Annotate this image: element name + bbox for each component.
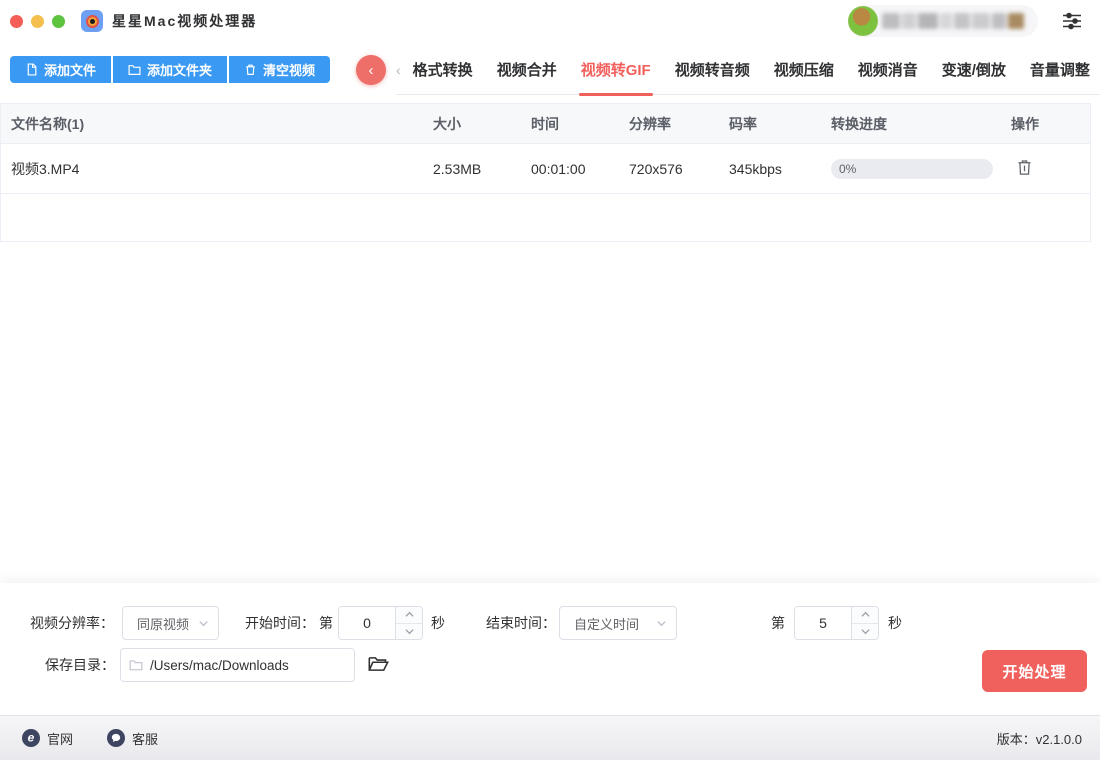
delete-row-button[interactable]: [1013, 158, 1035, 180]
end-mode-select[interactable]: 自定义时间: [559, 606, 677, 640]
cell-filename: 视频3.MP4: [11, 159, 433, 179]
start-time-stepper: [338, 606, 423, 640]
cell-bitrate: 345kbps: [729, 161, 831, 177]
app-title: 星星Mac视频处理器: [112, 11, 257, 31]
settings-sliders-icon[interactable]: [1062, 11, 1082, 31]
resolution-select[interactable]: 同原视频: [122, 606, 219, 640]
start-decrement-icon[interactable]: [396, 624, 422, 640]
tab-volume-adjust[interactable]: 音量调整: [1018, 45, 1100, 95]
cell-duration: 00:01:00: [531, 161, 629, 177]
col-size: 大小: [433, 114, 531, 134]
col-resolution: 分辨率: [629, 114, 729, 134]
resolution-label: 视频分辨率：: [30, 613, 114, 633]
customer-support-link[interactable]: 客服: [107, 729, 158, 748]
tab-video-to-audio[interactable]: 视频转音频: [663, 45, 762, 95]
function-tabs: ‹ 格式转换 视频合并 视频转GIF 视频转音频 视频压缩 视频消音 变速/倒放…: [396, 45, 1100, 95]
add-folder-button[interactable]: 添加文件夹: [113, 56, 227, 83]
toolbar-row: 添加文件 添加文件夹 清空视频 ‹ ‹ 格式转换 视频合并 视频转GIF 视频转…: [0, 45, 1100, 95]
end-decrement-icon[interactable]: [852, 624, 878, 640]
save-dir-label: 保存目录：: [45, 655, 115, 675]
tab-format-convert[interactable]: 格式转换: [401, 45, 485, 95]
close-button[interactable]: [10, 15, 23, 28]
folder-open-icon: [368, 655, 389, 673]
col-actions: 操作: [1011, 114, 1090, 134]
zoom-button[interactable]: [52, 15, 65, 28]
start-time-spin: [395, 607, 422, 639]
tab-speed-reverse[interactable]: 变速/倒放: [930, 45, 1018, 95]
folder-icon: [129, 659, 143, 671]
version-text: 版本：v2.1.0.0: [997, 729, 1082, 748]
browse-folder-button[interactable]: [366, 654, 390, 676]
end-time-label: 结束时间：: [486, 613, 556, 633]
start-time-input[interactable]: [339, 607, 395, 639]
file-icon: [25, 63, 38, 76]
add-file-button[interactable]: 添加文件: [10, 56, 111, 83]
tab-video-compress[interactable]: 视频压缩: [762, 45, 846, 95]
end-time-spin: [851, 607, 878, 639]
website-globe-icon: e: [22, 729, 40, 747]
start-time-label: 开始时间：: [245, 613, 315, 633]
app-icon: [81, 10, 103, 32]
end-prefix: 第: [771, 613, 785, 633]
tab-video-to-gif[interactable]: 视频转GIF: [569, 45, 663, 95]
chat-bubble-icon: [107, 729, 125, 747]
chevron-down-icon: [656, 618, 667, 629]
user-name-blurred: [882, 13, 1024, 29]
start-suffix: 秒: [431, 613, 445, 633]
user-avatar: [848, 6, 878, 36]
file-action-buttons: 添加文件 添加文件夹 清空视频: [10, 56, 330, 83]
end-time-stepper: [794, 606, 879, 640]
clear-videos-button[interactable]: 清空视频: [229, 56, 330, 83]
settings-row-2: 保存目录：: [45, 647, 390, 683]
tab-video-mute[interactable]: 视频消音: [846, 45, 930, 95]
start-prefix: 第: [319, 613, 333, 633]
titlebar: 星星Mac视频处理器: [0, 0, 1100, 42]
progress-bar: 0%: [831, 159, 993, 179]
start-processing-button[interactable]: 开始处理: [982, 650, 1087, 692]
footer: e 官网 客服 版本：v2.1.0.0: [0, 715, 1100, 760]
col-progress: 转换进度: [831, 114, 1011, 134]
end-suffix: 秒: [888, 613, 902, 633]
save-dir-input[interactable]: [150, 658, 346, 673]
file-table: 文件名称(1) 大小 时间 分辨率 码率 转换进度 操作 视频3.MP4 2.5…: [0, 103, 1091, 242]
col-filename: 文件名称(1): [11, 114, 433, 134]
user-account[interactable]: [848, 5, 1038, 37]
trash-icon: [244, 63, 257, 76]
collapse-panel-button[interactable]: ‹: [356, 55, 386, 85]
traffic-lights: [10, 15, 65, 28]
settings-panel: 视频分辨率： 同原视频 开始时间： 第 秒 结束时间： 自定义时间 第: [0, 583, 1100, 715]
col-bitrate: 码率: [729, 114, 831, 134]
minimize-button[interactable]: [31, 15, 44, 28]
cell-resolution: 720x576: [629, 161, 729, 177]
progress-label: 0%: [839, 162, 856, 176]
start-increment-icon[interactable]: [396, 607, 422, 624]
tab-video-merge[interactable]: 视频合并: [485, 45, 569, 95]
trash-icon: [1016, 158, 1033, 176]
table-empty-row: [1, 194, 1090, 241]
chevron-left-icon: ‹: [369, 62, 374, 79]
cell-size: 2.53MB: [433, 161, 531, 177]
col-duration: 时间: [531, 114, 629, 134]
table-header: 文件名称(1) 大小 时间 分辨率 码率 转换进度 操作: [1, 104, 1090, 144]
official-website-link[interactable]: e 官网: [22, 729, 73, 748]
chevron-down-icon: [198, 618, 209, 629]
save-dir-field: [120, 648, 355, 682]
settings-row-1: 视频分辨率： 同原视频 开始时间： 第 秒 结束时间： 自定义时间 第: [30, 605, 902, 641]
table-row: 视频3.MP4 2.53MB 00:01:00 720x576 345kbps …: [1, 144, 1090, 194]
end-increment-icon[interactable]: [852, 607, 878, 624]
folder-icon: [128, 63, 141, 76]
end-time-input[interactable]: [795, 607, 851, 639]
